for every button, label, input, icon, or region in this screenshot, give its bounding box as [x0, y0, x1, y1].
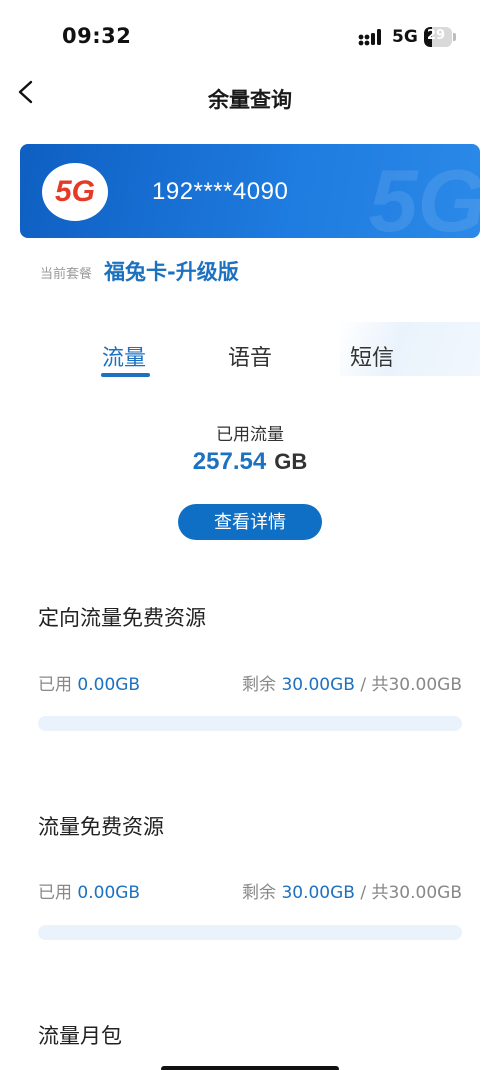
logo-5g-text: 5G — [54, 175, 96, 208]
resource-title: 流量月包 — [38, 1024, 122, 1048]
battery-percent: 29 — [426, 28, 446, 43]
status-bar: 09:32 5G 29 — [0, 0, 500, 70]
battery-icon: 29 — [424, 27, 456, 47]
view-details-button[interactable]: 查看详情 — [178, 504, 322, 540]
card-watermark: 5G — [368, 151, 480, 238]
used-value: 0.00GB — [77, 883, 141, 903]
signal-icon — [358, 29, 381, 46]
resource-progress-bar — [38, 716, 462, 731]
plan-label: 当前套餐 — [40, 267, 93, 282]
remaining-value: 30.00GB — [281, 675, 355, 695]
used-label: 已用 — [38, 883, 72, 903]
used-label: 已用 — [38, 675, 72, 695]
remaining-label: 剩余 — [242, 883, 277, 903]
network-type: 5G — [392, 27, 418, 47]
phone-number: 192****4090 — [152, 178, 289, 205]
resource-title: 流量免费资源 — [38, 815, 164, 839]
used-data-unit: GB — [274, 449, 308, 474]
plan-name: 福兔卡-升级版 — [104, 260, 239, 284]
resource-used: 已用 0.00GB — [38, 670, 140, 695]
phone-card: 5G 5G 192****4090 — [20, 144, 480, 238]
resource-used: 已用 0.00GB — [38, 878, 140, 903]
used-data-value: 257.54 — [192, 448, 267, 475]
used-data-label: 已用流量 — [216, 425, 284, 445]
resource-remaining: 剩余 30.00GB / 共30.00GB — [242, 670, 462, 695]
total-value: / 共30.00GB — [360, 675, 462, 695]
used-data-value-row: 257.54 GB — [0, 448, 500, 476]
resource-remaining: 剩余 30.00GB / 共30.00GB — [242, 878, 462, 903]
tab-sms[interactable]: 短信 — [350, 340, 394, 372]
resource-progress-bar — [38, 925, 462, 940]
remaining-label: 剩余 — [242, 675, 277, 695]
page-title: 余量查询 — [208, 88, 292, 112]
home-indicator — [161, 1066, 339, 1070]
tab-voice[interactable]: 语音 — [228, 340, 272, 372]
total-value: / 共30.00GB — [360, 883, 462, 903]
carrier-logo: 5G — [42, 163, 108, 221]
tab-data[interactable]: 流量 — [102, 340, 146, 372]
status-time: 09:32 — [62, 24, 132, 48]
tab-active-indicator — [101, 373, 150, 377]
resource-title: 定向流量免费资源 — [38, 606, 206, 630]
remaining-value: 30.00GB — [281, 883, 355, 903]
used-value: 0.00GB — [77, 675, 141, 695]
